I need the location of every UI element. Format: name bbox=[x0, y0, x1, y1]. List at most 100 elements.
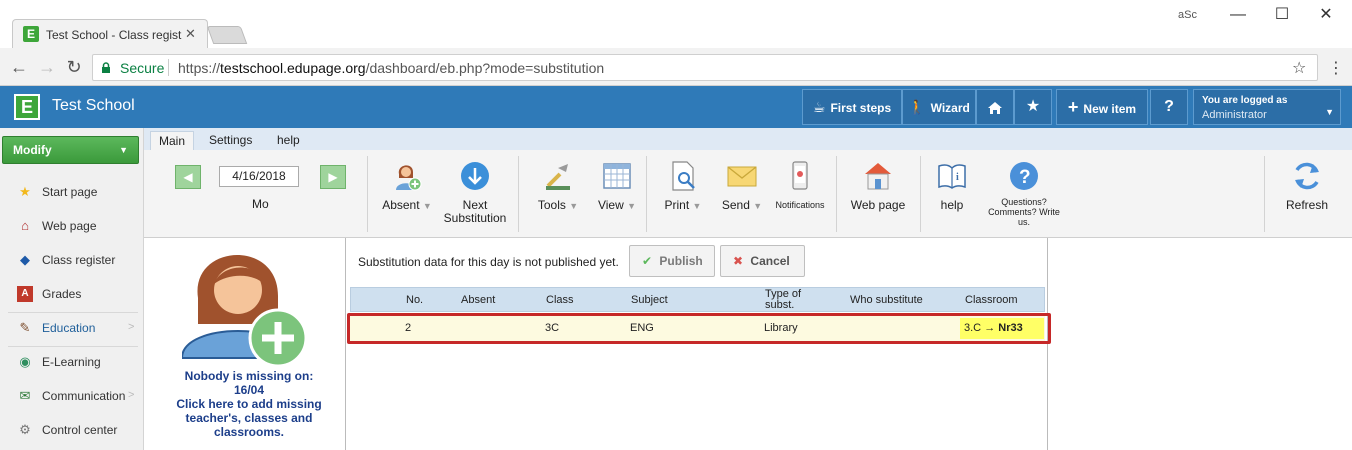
new-item-button[interactable]: + New item bbox=[1056, 89, 1148, 125]
sidebar-item-e-learning[interactable]: ◉ E-Learning bbox=[0, 345, 143, 379]
column-header-absent: Absent bbox=[461, 294, 496, 306]
notifications-button[interactable]: Notifications bbox=[772, 160, 828, 212]
home-button[interactable] bbox=[976, 89, 1014, 125]
sidebar-item-communication[interactable]: ✉ Communication > bbox=[0, 379, 143, 413]
ribbon-tabs: Main Settings help bbox=[144, 128, 1352, 150]
next-sub-label-1: Next bbox=[462, 198, 488, 212]
class-register-icon: ◆ bbox=[20, 252, 30, 267]
questions-button[interactable]: ? Questions? Comments? Write us. bbox=[982, 160, 1066, 227]
forward-icon[interactable]: → bbox=[36, 56, 58, 78]
reload-icon[interactable]: ↻ bbox=[63, 56, 85, 78]
not-published-notice: Substitution data for this day is not pu… bbox=[358, 255, 619, 269]
walking-person-icon: 🚶 bbox=[908, 99, 926, 115]
next-day-button[interactable]: ▶ bbox=[320, 165, 346, 189]
url-scheme: https:// bbox=[178, 60, 221, 76]
first-steps-button[interactable]: ☕ First steps bbox=[802, 89, 902, 125]
tab-title: Test School - Class regist bbox=[46, 28, 182, 42]
checkmark-icon: ✔ bbox=[642, 254, 653, 268]
school-name[interactable]: Test School bbox=[52, 97, 135, 115]
bookmark-star-icon[interactable]: ☆ bbox=[1292, 58, 1306, 78]
sidebar-item-grades[interactable]: A Grades bbox=[0, 277, 143, 311]
edupage-favicon-icon: E bbox=[23, 26, 39, 42]
questions-label-2: Comments? Write bbox=[988, 207, 1060, 217]
main-content: Nobody is missing on: 16/04 Click here t… bbox=[144, 238, 1352, 450]
questions-label-3: us. bbox=[1017, 217, 1030, 227]
nobody-line-5: classrooms. bbox=[213, 425, 285, 439]
ribbon-divider bbox=[646, 156, 647, 232]
edupage-logo-icon[interactable]: E bbox=[14, 94, 40, 120]
view-button[interactable]: View ▼ bbox=[592, 160, 642, 213]
view-label: View bbox=[597, 198, 624, 212]
dropdown-arrow-icon: ▼ bbox=[422, 201, 432, 211]
column-header-class: Class bbox=[546, 294, 574, 306]
column-header-type-2: subst. bbox=[765, 299, 795, 311]
wizard-label: Wizard bbox=[930, 101, 970, 115]
star-icon: ★ bbox=[19, 184, 31, 199]
url-input[interactable]: Secure https://testschool.edupage.org/da… bbox=[92, 54, 1318, 81]
help-book-button[interactable]: i help bbox=[932, 160, 972, 212]
tab-settings[interactable]: Settings bbox=[201, 131, 260, 150]
chevron-down-icon: ▼ bbox=[119, 145, 128, 155]
communication-icon: ✉ bbox=[19, 388, 31, 403]
sidebar-item-control-center[interactable]: ⚙ Control center bbox=[0, 413, 143, 447]
user-menu[interactable]: You are logged as Administrator ▼ bbox=[1193, 89, 1341, 125]
ribbon-divider bbox=[518, 156, 519, 232]
date-field[interactable]: 4/16/2018 bbox=[219, 166, 299, 187]
substitution-table-header: No. Absent Class Subject Type of subst. … bbox=[350, 287, 1045, 312]
send-button[interactable]: Send ▼ bbox=[716, 160, 768, 213]
ribbon-divider bbox=[920, 156, 921, 232]
chevron-down-icon: ▼ bbox=[1325, 107, 1334, 117]
close-icon: ✖ bbox=[733, 254, 744, 268]
new-tab-button[interactable] bbox=[206, 26, 248, 44]
tab-main[interactable]: Main bbox=[150, 131, 195, 150]
absent-label: Absent bbox=[382, 198, 420, 212]
tab-help[interactable]: help bbox=[269, 131, 308, 150]
ribbon-divider bbox=[836, 156, 837, 232]
previous-day-button[interactable]: ◀ bbox=[175, 165, 201, 189]
next-substitution-button[interactable]: Next Substitution bbox=[440, 160, 510, 225]
cancel-button[interactable]: ✖ Cancel bbox=[720, 245, 805, 277]
column-header-type: Type of subst. bbox=[765, 289, 801, 311]
minimize-icon[interactable]: — bbox=[1218, 4, 1258, 28]
modify-button[interactable]: Modify ▼ bbox=[2, 136, 139, 164]
column-header-who: Who substitute bbox=[850, 294, 923, 306]
wizard-button[interactable]: 🚶 Wizard bbox=[902, 89, 976, 125]
envelope-icon bbox=[727, 166, 757, 187]
web-page-button[interactable]: Web page bbox=[848, 160, 908, 212]
tab-close-icon[interactable]: ✕ bbox=[185, 26, 196, 42]
address-bar: ← → ↻ Secure https://testschool.edupage.… bbox=[0, 48, 1352, 86]
maximize-icon[interactable]: ☐ bbox=[1262, 4, 1302, 28]
svg-text:i: i bbox=[956, 172, 959, 183]
help-label: help bbox=[940, 198, 964, 212]
close-window-icon[interactable]: ✕ bbox=[1306, 4, 1346, 28]
add-missing-panel[interactable]: Nobody is missing on: 16/04 Click here t… bbox=[144, 238, 346, 450]
sidebar-item-web-page[interactable]: ⌂ Web page bbox=[0, 209, 143, 243]
person-add-icon[interactable] bbox=[182, 240, 310, 368]
nobody-missing-text[interactable]: Nobody is missing on: 16/04 Click here t… bbox=[154, 369, 344, 439]
person-add-icon bbox=[396, 165, 422, 191]
refresh-button[interactable]: Refresh bbox=[1282, 160, 1332, 212]
sidebar-item-label: Web page bbox=[42, 219, 97, 233]
absent-button[interactable]: Absent ▼ bbox=[379, 160, 435, 213]
column-header-classroom: Classroom bbox=[965, 294, 1018, 306]
back-icon[interactable]: ← bbox=[8, 56, 30, 78]
sidebar-item-start-page[interactable]: ★ Start page bbox=[0, 175, 143, 209]
logged-as-label: You are logged as bbox=[1202, 95, 1288, 106]
print-button[interactable]: Print ▼ bbox=[658, 160, 708, 213]
e-learning-icon: ◉ bbox=[19, 354, 31, 369]
sidebar-item-label: Class register bbox=[42, 253, 116, 267]
tools-button[interactable]: Tools ▼ bbox=[530, 160, 586, 213]
education-icon: ✎ bbox=[19, 320, 31, 335]
web-page-icon: ⌂ bbox=[21, 218, 29, 233]
help-button[interactable]: ? bbox=[1150, 89, 1188, 125]
browser-menu-icon[interactable]: ⋮ bbox=[1328, 58, 1344, 78]
browser-tab[interactable]: E Test School - Class regist ✕ bbox=[12, 19, 208, 48]
sidebar: Modify ▼ ★ Start page ⌂ Web page ◆ Class… bbox=[0, 128, 144, 450]
sidebar-item-class-register[interactable]: ◆ Class register bbox=[0, 243, 143, 277]
modify-label: Modify bbox=[13, 143, 52, 157]
nobody-line-2: 16/04 bbox=[233, 383, 265, 397]
sidebar-item-education[interactable]: ✎ Education > bbox=[0, 311, 143, 345]
next-sub-label-2: Substitution bbox=[443, 211, 507, 225]
publish-button[interactable]: ✔ Publish bbox=[629, 245, 715, 277]
favorites-button[interactable]: ★ bbox=[1014, 89, 1052, 125]
